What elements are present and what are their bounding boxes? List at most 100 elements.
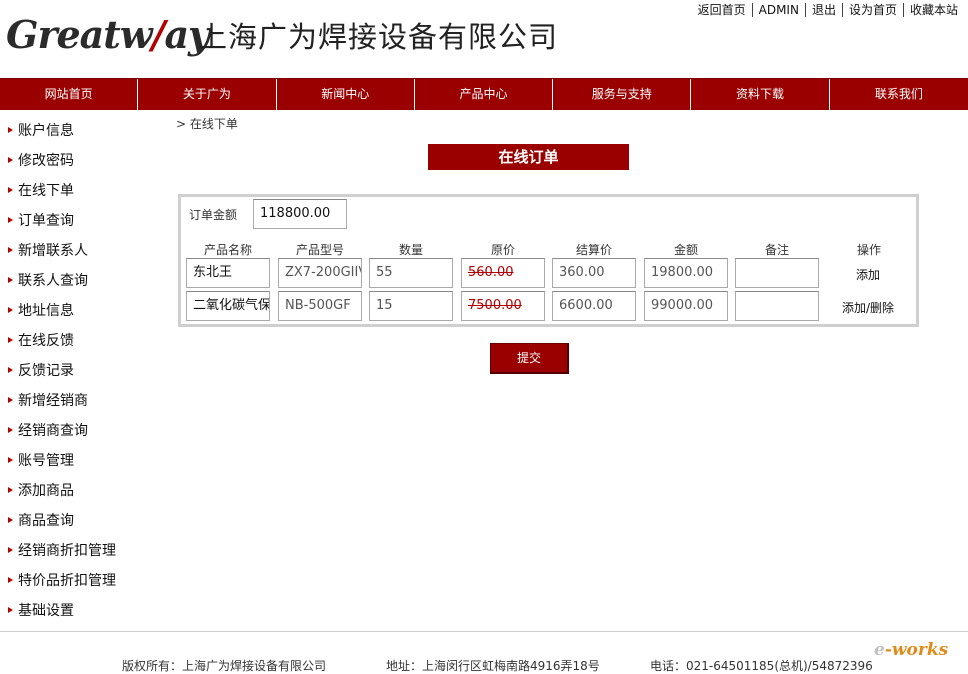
col-header-action: 操作 — [856, 243, 881, 257]
arrow-right-icon — [8, 427, 13, 433]
note-input[interactable] — [735, 258, 819, 288]
sidebar-item-add-product[interactable]: 添加商品 — [0, 476, 170, 506]
sidebar-item-basic-settings[interactable]: 基础设置 — [0, 596, 170, 626]
sidebar-item-add-dealer[interactable]: 新增经销商 — [0, 386, 170, 416]
sidebar-item-label: 订单查询 — [18, 213, 74, 229]
arrow-right-icon — [8, 247, 13, 253]
sidebar-item-label: 特价品折扣管理 — [18, 573, 116, 589]
nav-item-contact[interactable]: 联系我们 — [830, 79, 968, 111]
original-price-field[interactable]: 560.00 — [461, 258, 545, 288]
sidebar-item-online-feedback[interactable]: 在线反馈 — [0, 326, 170, 356]
link-set-homepage[interactable]: 设为首页 — [841, 3, 903, 17]
col-header-original-price: 原价 — [490, 243, 515, 257]
col-header-product-name: 产品名称 — [203, 243, 252, 257]
arrow-right-icon — [8, 127, 13, 133]
arrow-right-icon — [8, 607, 13, 613]
arrow-right-icon — [8, 337, 13, 343]
amount-field[interactable]: 19800.00 — [644, 258, 728, 288]
nav-item-news[interactable]: 新闻中心 — [277, 79, 415, 111]
link-admin[interactable]: ADMIN — [751, 3, 805, 17]
sidebar-item-label: 添加商品 — [18, 483, 74, 499]
col-header-quantity: 数量 — [398, 243, 423, 257]
footer-address: 地址：上海闵行区虹梅南路4916弄18号 — [386, 659, 600, 673]
footer-copyright: 版权所有：上海广为焊接设备有限公司 — [122, 659, 327, 673]
col-header-note: 备注 — [764, 243, 789, 257]
sidebar-item-label: 基础设置 — [18, 603, 74, 619]
product-model-input[interactable]: NB-500GF — [278, 291, 362, 321]
settle-price-input[interactable]: 360.00 — [552, 258, 636, 288]
sidebar-item-dealer-query[interactable]: 经销商查询 — [0, 416, 170, 446]
sidebar-item-label: 地址信息 — [18, 303, 74, 319]
sidebar-item-account-management[interactable]: 账号管理 — [0, 446, 170, 476]
sidebar-item-label: 经销商查询 — [18, 423, 88, 439]
sidebar-item-label: 修改密码 — [18, 153, 74, 169]
nav-item-products[interactable]: 产品中心 — [415, 79, 554, 111]
sidebar-item-label: 账号管理 — [18, 453, 74, 469]
arrow-right-icon — [8, 157, 13, 163]
sidebar-item-dealer-discount[interactable]: 经销商折扣管理 — [0, 536, 170, 566]
arrow-right-icon — [8, 187, 13, 193]
top-links: 返回首页 ADMIN 退出 设为首页 收藏本站 — [692, 3, 964, 17]
sidebar-item-address-info[interactable]: 地址信息 — [0, 296, 170, 326]
quantity-input[interactable]: 15 — [369, 291, 453, 321]
sidebar: 账户信息 修改密码 在线下单 订单查询 新增联系人 联系人查询 地址信息 在线反… — [0, 116, 170, 626]
arrow-right-icon — [8, 277, 13, 283]
product-name-input[interactable]: 二氧化碳气保 — [186, 291, 270, 321]
arrow-right-icon — [8, 367, 13, 373]
settle-price-input[interactable]: 6600.00 — [552, 291, 636, 321]
arrow-right-icon — [8, 397, 13, 403]
sidebar-item-change-password[interactable]: 修改密码 — [0, 146, 170, 176]
main-nav: 网站首页 关于广为 新闻中心 产品中心 服务与支持 资料下载 联系我们 — [0, 78, 968, 111]
sidebar-item-label: 在线下单 — [18, 183, 74, 199]
order-amount-field[interactable]: 118800.00 — [253, 199, 347, 229]
arrow-right-icon — [8, 547, 13, 553]
note-input[interactable] — [735, 291, 819, 321]
link-logout[interactable]: 退出 — [804, 3, 842, 17]
company-logo[interactable]: Greatw/ay — [6, 12, 210, 57]
product-model-input[interactable]: ZX7-200GIIV — [278, 258, 362, 288]
add-row-link[interactable]: 添加 — [828, 266, 908, 283]
nav-item-home[interactable]: 网站首页 — [0, 79, 139, 111]
original-price-field[interactable]: 7500.00 — [461, 291, 545, 321]
quantity-input[interactable]: 55 — [369, 258, 453, 288]
sidebar-item-label: 账户信息 — [18, 123, 74, 139]
sidebar-item-special-discount[interactable]: 特价品折扣管理 — [0, 566, 170, 596]
sidebar-item-label: 新增联系人 — [18, 243, 88, 259]
amount-field[interactable]: 99000.00 — [644, 291, 728, 321]
eworks-watermark: e-works — [874, 640, 949, 660]
col-header-settle-price: 结算价 — [575, 243, 612, 257]
company-name: 上海广为焊接设备有限公司 — [198, 20, 559, 54]
arrow-right-icon — [8, 577, 13, 583]
arrow-right-icon — [8, 217, 13, 223]
sidebar-item-add-contact[interactable]: 新增联系人 — [0, 236, 170, 266]
col-header-amount: 金额 — [673, 243, 698, 257]
arrow-right-icon — [8, 457, 13, 463]
sidebar-item-label: 经销商折扣管理 — [18, 543, 116, 559]
link-bookmark[interactable]: 收藏本站 — [902, 3, 964, 17]
sidebar-item-order-query[interactable]: 订单查询 — [0, 206, 170, 236]
footer-divider — [0, 631, 968, 632]
sidebar-item-label: 联系人查询 — [18, 273, 88, 289]
header: Greatw/ay 上海广为焊接设备有限公司 返回首页 ADMIN 退出 设为首… — [0, 0, 968, 78]
sidebar-item-label: 商品查询 — [18, 513, 74, 529]
sidebar-item-product-query[interactable]: 商品查询 — [0, 506, 170, 536]
arrow-right-icon — [8, 517, 13, 523]
nav-item-downloads[interactable]: 资料下载 — [691, 79, 830, 111]
nav-item-service[interactable]: 服务与支持 — [553, 79, 692, 111]
sidebar-item-contact-query[interactable]: 联系人查询 — [0, 266, 170, 296]
sidebar-item-account-info[interactable]: 账户信息 — [0, 116, 170, 146]
sidebar-item-label: 在线反馈 — [18, 333, 74, 349]
arrow-right-icon — [8, 487, 13, 493]
add-delete-row-link[interactable]: 添加/删除 — [828, 299, 908, 316]
sidebar-item-place-order[interactable]: 在线下单 — [0, 176, 170, 206]
breadcrumb: > 在线下单 — [176, 117, 238, 131]
sidebar-item-label: 反馈记录 — [18, 363, 74, 379]
page-title: 在线订单 — [428, 144, 629, 170]
nav-item-about[interactable]: 关于广为 — [138, 79, 277, 111]
submit-button[interactable]: 提交 — [490, 343, 569, 374]
footer-phone: 电话：021-64501185(总机)/54872396 — [650, 659, 873, 673]
sidebar-item-feedback-records[interactable]: 反馈记录 — [0, 356, 170, 386]
link-home[interactable]: 返回首页 — [692, 3, 752, 17]
product-name-input[interactable]: 东北王 — [186, 258, 270, 288]
col-header-product-model: 产品型号 — [295, 243, 344, 257]
